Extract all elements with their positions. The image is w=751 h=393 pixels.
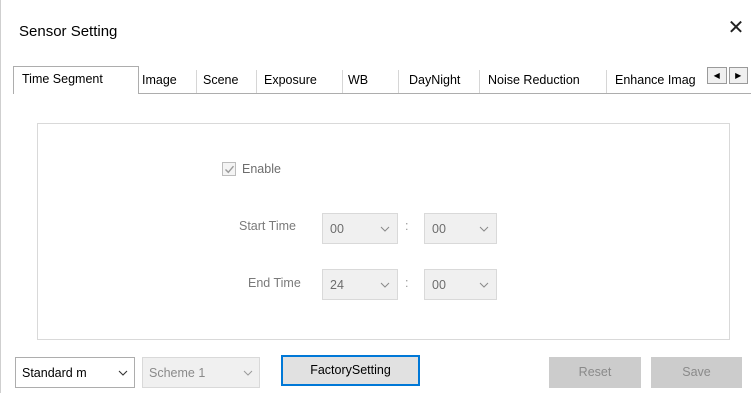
tab-scroll-right-icon[interactable]: ▶ (728, 67, 748, 84)
tab-label: Exposure (264, 73, 317, 87)
tab-label: Noise Reduction (488, 73, 580, 87)
mode-value: Standard m (22, 366, 87, 380)
scheme-select[interactable]: Scheme 1 (142, 357, 260, 388)
chevron-down-icon (479, 226, 489, 232)
sensor-setting-dialog: Sensor Setting ✕ Time Segment Image Scen… (0, 0, 751, 393)
tab-label: WB (348, 73, 369, 87)
start-hour-value: 00 (330, 222, 344, 236)
tab-time-segment[interactable]: Time Segment (13, 66, 139, 94)
tab-wb[interactable]: WB (342, 70, 394, 93)
enable-label: Enable (242, 162, 281, 176)
dialog-title: Sensor Setting (19, 23, 118, 40)
save-button[interactable]: Save (651, 357, 742, 388)
tab-image[interactable]: Image (139, 70, 192, 93)
tab-daynight[interactable]: DayNight (398, 70, 480, 93)
tab-label: Scene (203, 73, 239, 87)
start-minute-select[interactable]: 00 (424, 213, 497, 244)
end-hour-select[interactable]: 24 (322, 269, 398, 300)
title-bar: Sensor Setting ✕ (1, 0, 751, 58)
chevron-down-icon (243, 370, 253, 376)
tab-label: Time Segment (22, 72, 103, 86)
chevron-down-icon (380, 226, 390, 232)
reset-button[interactable]: Reset (549, 357, 641, 388)
tab-enhance-image[interactable]: Enhance Imag (606, 70, 706, 93)
tab-scroll-left-icon[interactable]: ◀ (707, 67, 727, 84)
enable-checkbox-row[interactable]: Enable (222, 161, 281, 177)
enable-checkbox[interactable] (222, 162, 236, 176)
factory-setting-button[interactable]: FactorySetting (281, 355, 420, 386)
start-time-label: Start Time (239, 219, 296, 233)
end-hour-value: 24 (330, 278, 344, 292)
end-time-label: End Time (248, 276, 301, 290)
checkmark-icon (225, 165, 235, 174)
tab-scene[interactable]: Scene (196, 70, 251, 93)
chevron-down-icon (380, 282, 390, 288)
start-hour-select[interactable]: 00 (322, 213, 398, 244)
tab-label: Image (142, 73, 177, 87)
close-icon[interactable]: ✕ (724, 16, 748, 40)
tab-exposure[interactable]: Exposure (256, 70, 338, 93)
bottom-bar: Standard m Scheme 1 FactorySetting Reset… (1, 352, 751, 393)
chevron-down-icon (479, 282, 489, 288)
chevron-down-icon (118, 370, 128, 376)
tab-scroll-buttons: ◀ ▶ (707, 67, 750, 84)
start-minute-value: 00 (432, 222, 446, 236)
tab-strip: Time Segment Image Scene Exposure WB Day… (13, 66, 751, 94)
time-separator: : (405, 276, 409, 290)
tab-label: DayNight (409, 73, 461, 87)
mode-select[interactable]: Standard m (15, 357, 135, 388)
tab-noise-reduction[interactable]: Noise Reduction (479, 70, 605, 93)
tab-label: Enhance Imag (615, 73, 696, 87)
end-minute-value: 00 (432, 278, 446, 292)
scheme-value: Scheme 1 (149, 366, 206, 380)
time-separator: : (405, 219, 409, 233)
end-minute-select[interactable]: 00 (424, 269, 497, 300)
